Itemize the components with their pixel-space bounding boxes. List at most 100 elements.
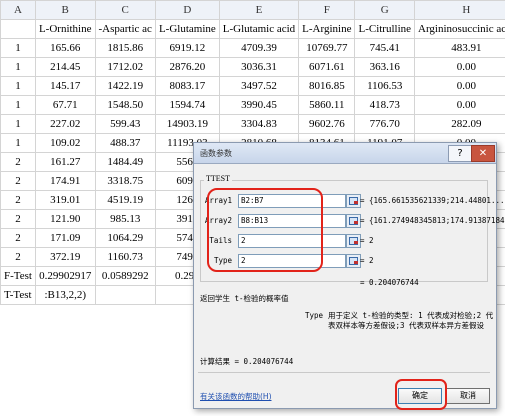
cell[interactable]: 1 — [0, 57, 36, 77]
column-header[interactable]: B — [34, 0, 96, 20]
cell[interactable]: 6071.61 — [298, 57, 356, 77]
cell[interactable]: 363.16 — [354, 57, 416, 77]
cell[interactable]: 8083.17 — [154, 76, 220, 96]
cell[interactable]: 171.09 — [34, 228, 96, 248]
header-cell[interactable]: L-Glutamine — [154, 19, 220, 39]
cell[interactable]: 372.19 — [34, 247, 96, 267]
header-cell[interactable]: L-Arginine — [298, 19, 356, 39]
column-header[interactable]: H — [414, 0, 505, 20]
range-select-icon[interactable] — [346, 194, 361, 208]
cell[interactable]: 145.17 — [34, 76, 96, 96]
cell[interactable]: 2 — [0, 152, 36, 172]
type-result: = 2 — [360, 256, 374, 265]
cell[interactable]: 1106.53 — [354, 76, 416, 96]
column-header[interactable]: C — [94, 0, 156, 20]
cell[interactable]: 1594.74 — [154, 95, 220, 115]
range-select-icon[interactable] — [346, 214, 361, 228]
cell[interactable]: 8016.85 — [298, 76, 356, 96]
cell[interactable]: 3036.31 — [218, 57, 300, 77]
range-select-icon[interactable] — [346, 234, 361, 248]
cell[interactable]: 1422.19 — [94, 76, 156, 96]
cell[interactable]: 174.91 — [34, 171, 96, 191]
column-header[interactable]: E — [218, 0, 300, 20]
cell[interactable]: 483.91 — [414, 38, 505, 58]
dialog-titlebar[interactable]: 函数参数 ? ✕ — [194, 143, 496, 164]
type-description: 用于定义 t-检验的类型: 1 代表成对检验;2 代表双样本等方差假设;3 代表… — [328, 311, 494, 330]
help-icon[interactable]: ? — [448, 145, 472, 162]
cancel-button[interactable]: 取消 — [446, 388, 490, 404]
function-name-label: TTEST — [204, 174, 232, 183]
cell[interactable]: 3990.45 — [218, 95, 300, 115]
cell[interactable]: 985.13 — [94, 209, 156, 229]
array1-result: = {165.661535621339;214.44801... — [360, 196, 505, 205]
cell[interactable]: 1815.86 — [94, 38, 156, 58]
cell[interactable]: 2 — [0, 171, 36, 191]
column-header[interactable]: A — [0, 0, 36, 20]
calc-result: 计算结果 = 0.204076744 — [200, 357, 294, 366]
cell[interactable]: 745.41 — [354, 38, 416, 58]
cell[interactable]: 1 — [0, 76, 36, 96]
cell[interactable]: 0.29902917 — [34, 266, 96, 286]
cell[interactable]: 214.45 — [34, 57, 96, 77]
header-cell[interactable]: L-Glutamic acid — [218, 19, 300, 39]
cell[interactable]: 1 — [0, 114, 36, 134]
cell[interactable]: 1548.50 — [94, 95, 156, 115]
cell[interactable]: 776.70 — [354, 114, 416, 134]
header-cell[interactable]: L-Citrulline — [354, 19, 416, 39]
cell[interactable]: 5860.11 — [298, 95, 356, 115]
close-icon[interactable]: ✕ — [471, 145, 495, 162]
header-cell[interactable]: L-Ornithine — [34, 19, 96, 39]
cell[interactable]: 14903.19 — [154, 114, 220, 134]
header-cell[interactable]: -Aspartic ac — [94, 19, 156, 39]
cell[interactable]: 1484.49 — [94, 152, 156, 172]
cell[interactable]: 0.0589292 — [94, 266, 156, 286]
cell[interactable]: 161.27 — [34, 152, 96, 172]
cell[interactable]: 165.66 — [34, 38, 96, 58]
table-row: 1 227.02 599.43 14903.19 3304.83 9602.76 776.7… — [0, 114, 505, 134]
cell[interactable]: 1 — [0, 38, 36, 58]
cell[interactable]: 2 — [0, 209, 36, 229]
help-link[interactable]: 有关该函数的帮助(H) — [200, 391, 272, 402]
cell[interactable]: 6919.12 — [154, 38, 220, 58]
cell[interactable]: 1 — [0, 95, 36, 115]
column-header[interactable]: F — [298, 0, 356, 20]
header-cell[interactable] — [0, 19, 36, 39]
type-description-label: Type — [305, 311, 324, 320]
cell[interactable]: 282.09 — [414, 114, 505, 134]
cell[interactable]: 4709.39 — [218, 38, 300, 58]
cell[interactable]: 10769.77 — [298, 38, 356, 58]
cell[interactable]: 3318.75 — [94, 171, 156, 191]
cell[interactable]: 2 — [0, 247, 36, 267]
cell[interactable] — [94, 285, 156, 305]
column-header[interactable]: D — [154, 0, 220, 20]
cell[interactable]: 1064.29 — [94, 228, 156, 248]
cell[interactable]: 3497.52 — [218, 76, 300, 96]
range-select-icon[interactable] — [346, 254, 361, 268]
cell[interactable]: 2 — [0, 190, 36, 210]
cell[interactable]: 488.37 — [94, 133, 156, 153]
cell[interactable]: 227.02 — [34, 114, 96, 134]
cell[interactable]: 121.90 — [34, 209, 96, 229]
cell[interactable]: 418.73 — [354, 95, 416, 115]
cell[interactable]: 319.01 — [34, 190, 96, 210]
cell[interactable]: 109.02 — [34, 133, 96, 153]
cell[interactable]: :B13,2,2) — [34, 285, 96, 305]
cell[interactable]: F-Test — [0, 266, 36, 286]
cell[interactable]: 1160.73 — [94, 247, 156, 267]
cell[interactable]: 3304.83 — [218, 114, 300, 134]
cell[interactable]: 2 — [0, 228, 36, 248]
cell[interactable]: 1 — [0, 133, 36, 153]
cell[interactable]: 2876.20 — [154, 57, 220, 77]
formula-result: = 0.204076744 — [360, 278, 419, 287]
column-header[interactable]: G — [354, 0, 416, 20]
cell[interactable]: 1712.02 — [94, 57, 156, 77]
cell[interactable]: 4519.19 — [94, 190, 156, 210]
cell[interactable]: 599.43 — [94, 114, 156, 134]
cell[interactable]: 0.00 — [414, 76, 505, 96]
header-cell[interactable]: Argininosuccinic acid — [414, 19, 505, 39]
cell[interactable]: 0.00 — [414, 57, 505, 77]
cell[interactable]: T-Test — [0, 285, 36, 305]
cell[interactable]: 9602.76 — [298, 114, 356, 134]
cell[interactable]: 67.71 — [34, 95, 96, 115]
cell[interactable]: 0.00 — [414, 95, 505, 115]
